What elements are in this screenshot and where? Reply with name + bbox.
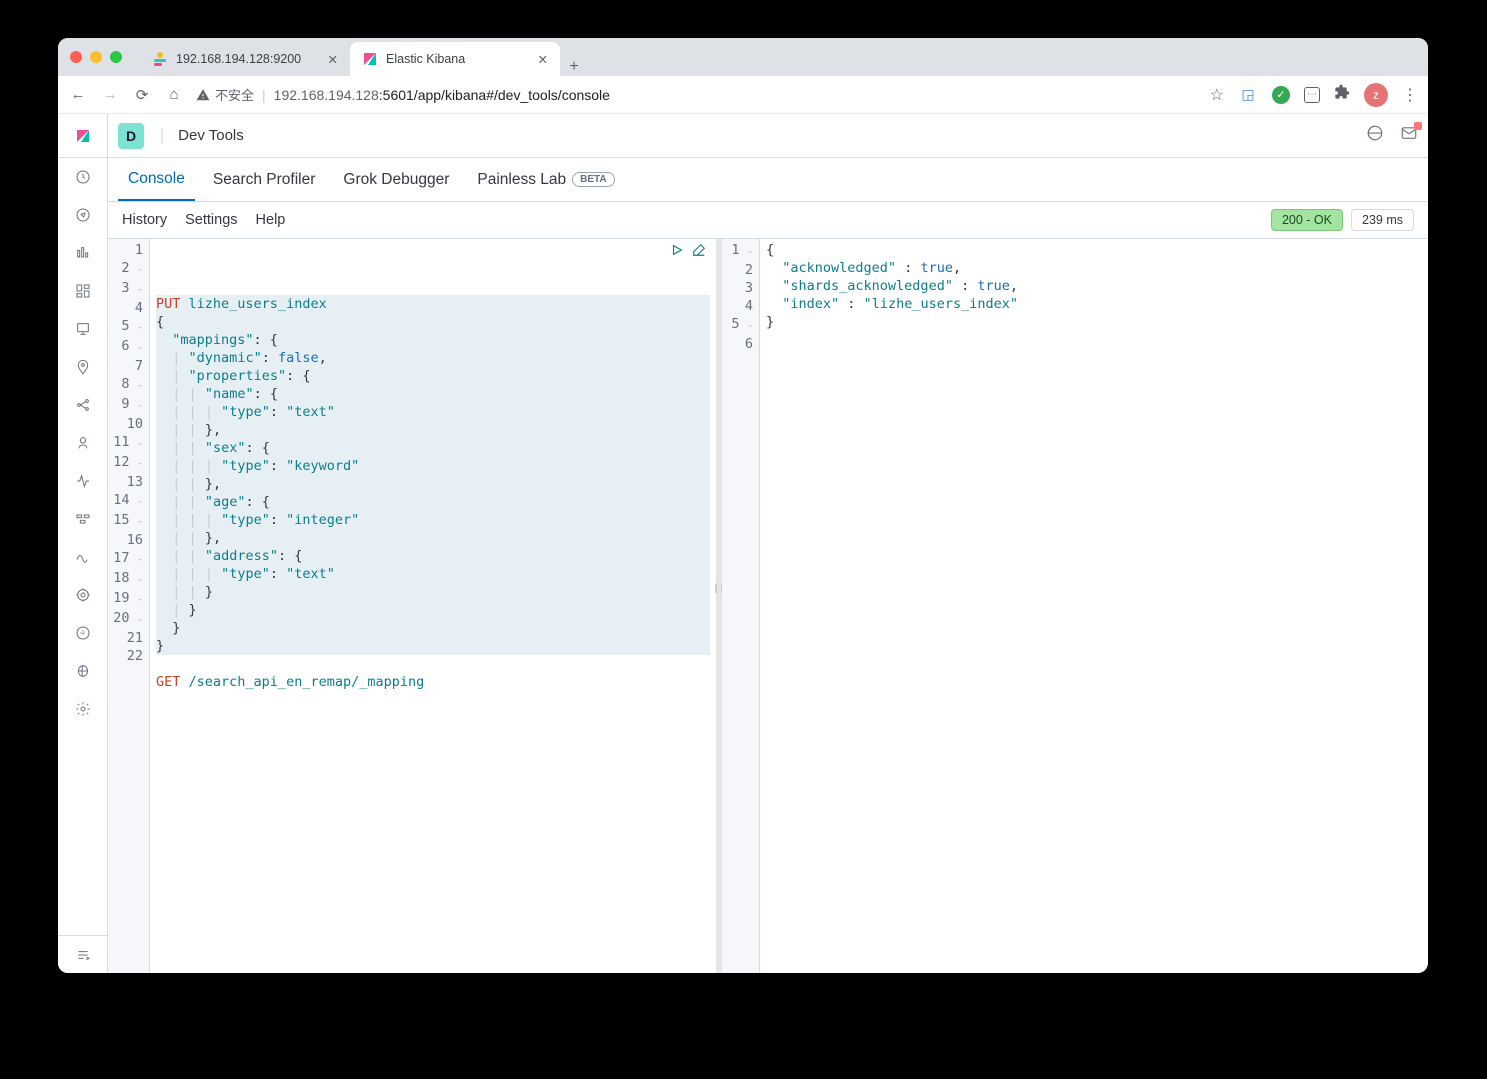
tab-painless-lab[interactable]: Painless Lab BETA	[467, 158, 624, 201]
reload-button[interactable]: ⟳	[132, 86, 152, 104]
monitoring-icon[interactable]	[58, 652, 107, 690]
dashboard-icon[interactable]	[58, 272, 107, 310]
app-sidebar	[58, 114, 108, 973]
profile-avatar[interactable]: z	[1364, 83, 1388, 107]
url-text: 192.168.194.128:5601/app/kibana#/dev_too…	[274, 87, 610, 103]
send-request-icon[interactable]	[670, 243, 684, 262]
history-link[interactable]: History	[122, 212, 167, 228]
space-badge[interactable]: D	[118, 123, 144, 149]
ml-icon[interactable]	[58, 386, 107, 424]
request-editor[interactable]: PUT lizhe_users_index{ "mappings": { | "…	[150, 239, 716, 973]
secondary-tabs: Console Search Profiler Grok Debugger Pa…	[108, 158, 1428, 202]
address-bar-actions: ☆ ◲ ✓ ⋯ z ⋮	[1210, 83, 1418, 107]
management-icon[interactable]	[58, 690, 107, 728]
browser-window: 192.168.194.128:9200 ✕ Elastic Kibana ✕ …	[58, 38, 1428, 973]
warning-icon	[196, 88, 210, 102]
request-options-icon[interactable]	[692, 243, 706, 262]
request-gutter: 12 -3 -45 -6 -78 -9 -1011 -12 -1314 -15 …	[108, 239, 150, 973]
discover-icon[interactable]	[58, 196, 107, 234]
extension-icon-3[interactable]: ⋯	[1304, 87, 1320, 103]
browser-menu-icon[interactable]: ⋮	[1402, 85, 1418, 105]
tabs: 192.168.194.128:9200 ✕ Elastic Kibana ✕ …	[140, 38, 588, 76]
news-feed-icon[interactable]	[1366, 124, 1384, 147]
app-main: D | Dev Tools Console Search Profiler Gr…	[108, 114, 1428, 973]
elasticsearch-favicon-icon	[152, 51, 168, 67]
notifications-icon[interactable]	[1400, 124, 1418, 147]
kibana-logo-icon[interactable]	[58, 114, 107, 158]
bookmark-icon[interactable]: ☆	[1210, 85, 1224, 105]
tab-console[interactable]: Console	[118, 158, 195, 201]
address-bar: ← → ⟳ ⌂ 不安全 | 192.168.194.128:5601/app/k…	[58, 76, 1428, 114]
url-input[interactable]: 不安全 | 192.168.194.128:5601/app/kibana#/d…	[196, 85, 1198, 104]
traffic-lights	[70, 51, 122, 63]
siem-icon[interactable]	[58, 576, 107, 614]
maximize-window-button[interactable]	[110, 51, 122, 63]
tab-elasticsearch[interactable]: 192.168.194.128:9200 ✕	[140, 42, 350, 76]
visualize-icon[interactable]	[58, 234, 107, 272]
response-status: 200 - OK	[1271, 209, 1343, 231]
new-tab-button[interactable]: +	[560, 58, 588, 76]
top-header: D | Dev Tools	[108, 114, 1428, 158]
forward-button[interactable]: →	[100, 86, 120, 103]
tab-search-profiler[interactable]: Search Profiler	[203, 158, 326, 201]
kibana-app: D | Dev Tools Console Search Profiler Gr…	[58, 114, 1428, 973]
not-secure-warning[interactable]: 不安全	[196, 85, 254, 104]
settings-link[interactable]: Settings	[185, 212, 237, 228]
extensions-icon[interactable]	[1334, 84, 1350, 105]
tab-kibana[interactable]: Elastic Kibana ✕	[350, 42, 560, 76]
tab-bar: 192.168.194.128:9200 ✕ Elastic Kibana ✕ …	[58, 38, 1428, 76]
close-window-button[interactable]	[70, 51, 82, 63]
extension-icon-1[interactable]: ◲	[1238, 85, 1258, 105]
collapse-sidebar-icon[interactable]	[58, 935, 107, 973]
maps-icon[interactable]	[58, 348, 107, 386]
editor-wrap: 12 -3 -45 -6 -78 -9 -1011 -12 -1314 -15 …	[108, 238, 1428, 973]
extension-icon-2[interactable]: ✓	[1272, 86, 1290, 104]
help-link[interactable]: Help	[256, 212, 286, 228]
response-viewer[interactable]: { "acknowledged" : true, "shards_acknowl…	[760, 239, 1428, 973]
dev-tools-icon[interactable]	[58, 614, 107, 652]
home-button[interactable]: ⌂	[164, 86, 184, 103]
toolbar: History Settings Help 200 - OK 239 ms	[108, 202, 1428, 238]
run-controls	[670, 243, 706, 262]
request-pane: 12 -3 -45 -6 -78 -9 -1011 -12 -1314 -15 …	[108, 239, 722, 973]
tab-grok-debugger[interactable]: Grok Debugger	[333, 158, 459, 201]
tab-title: 192.168.194.128:9200	[176, 52, 301, 66]
tab-close-icon[interactable]: ✕	[538, 52, 548, 67]
tab-close-icon[interactable]: ✕	[328, 52, 338, 67]
response-pane: 1 -2345 -6 { "acknowledged" : true, "sha…	[722, 239, 1428, 973]
back-button[interactable]: ←	[68, 86, 88, 103]
apm-icon[interactable]	[58, 500, 107, 538]
response-timing: 239 ms	[1351, 209, 1414, 231]
beta-badge: BETA	[572, 172, 614, 187]
response-gutter: 1 -2345 -6	[722, 239, 760, 973]
recent-icon[interactable]	[58, 158, 107, 196]
metrics-icon[interactable]	[58, 424, 107, 462]
canvas-icon[interactable]	[58, 310, 107, 348]
tab-title: Elastic Kibana	[386, 52, 465, 66]
uptime-icon[interactable]	[58, 538, 107, 576]
kibana-favicon-icon	[362, 51, 378, 67]
logs-icon[interactable]	[58, 462, 107, 500]
breadcrumb: Dev Tools	[178, 127, 244, 144]
minimize-window-button[interactable]	[90, 51, 102, 63]
